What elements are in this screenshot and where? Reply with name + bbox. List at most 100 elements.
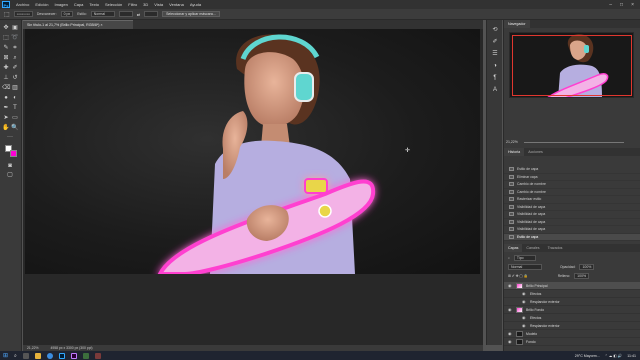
layer-filter-select[interactable]: Tipo [513, 254, 536, 261]
quick-select-tool-icon[interactable]: ✎ [2, 44, 10, 52]
menu-filtro[interactable]: Filtro [125, 2, 140, 7]
more-tools-icon[interactable]: ··· [6, 133, 14, 141]
history-item[interactable]: Estilo de capa [504, 166, 640, 174]
layer-row[interactable]: ◉ Modelo [504, 330, 640, 338]
frame-tool-icon[interactable]: ⊠ [2, 54, 10, 62]
tab-capas[interactable]: Capas [504, 244, 523, 252]
app-taskbar-icon[interactable] [82, 352, 89, 359]
properties-panel-icon[interactable]: ☰ [491, 50, 499, 58]
lock-icons[interactable]: ⊞ ✐ ✥ ▢ 🔒 [508, 274, 528, 278]
history-item-selected[interactable]: Estilo de capa [504, 233, 640, 241]
zoom-tool-icon[interactable]: 🔍 [11, 124, 19, 132]
eyedropper-tool-icon[interactable]: ⌕ [11, 54, 19, 62]
select-and-mask-button[interactable]: Seleccionar y aplicar máscara... [162, 11, 220, 17]
minimize-icon[interactable]: – [609, 2, 612, 8]
hand-tool-icon[interactable]: ✋ [2, 124, 10, 132]
swap-icon[interactable]: ⇄ [137, 12, 140, 17]
eye-icon[interactable]: ◉ [508, 283, 513, 288]
history-item[interactable]: Visibilidad de capa [504, 226, 640, 234]
history-item[interactable]: Visibilidad de capa [504, 211, 640, 219]
blend-mode-select[interactable]: Normal [508, 263, 542, 270]
app-taskbar-icon[interactable] [94, 352, 101, 359]
windows-start-icon[interactable]: ⊞ [3, 352, 8, 359]
menu-seleccion[interactable]: Selección [102, 2, 125, 7]
fill-input[interactable]: 100% [574, 272, 590, 279]
layer-effect-row[interactable]: ◉ Resplandor exterior [504, 322, 640, 330]
document-canvas[interactable]: ✛ [25, 29, 480, 274]
type-tool-icon[interactable]: T [11, 104, 19, 112]
eye-icon[interactable]: ◉ [522, 291, 527, 296]
menu-vista[interactable]: Vista [151, 2, 166, 7]
quick-mask-icon[interactable]: ◙ [6, 162, 14, 170]
layer-row[interactable]: ◉ Fondo [504, 338, 640, 346]
layer-effect-row[interactable]: ◉ Efectos [504, 314, 640, 322]
layer-row[interactable]: ◉ Brillo Fondo [504, 306, 640, 314]
style-select[interactable]: Normal [90, 11, 115, 17]
crop-tool-icon[interactable]: ⌗ [11, 44, 19, 52]
rectangle-tool-icon[interactable]: ▭ [11, 114, 19, 122]
opacity-input[interactable]: 100% [579, 263, 595, 270]
close-icon[interactable]: × [631, 2, 634, 8]
blur-tool-icon[interactable]: ● [2, 94, 10, 102]
navigator-zoom[interactable]: 21,22% [506, 140, 518, 144]
history-panel-icon[interactable]: ⟲ [491, 26, 499, 34]
maximize-icon[interactable]: □ [620, 2, 623, 8]
tab-historia[interactable]: Historia [504, 148, 525, 156]
eye-icon[interactable]: ◉ [508, 331, 513, 336]
dodge-tool-icon[interactable]: ◐ [11, 94, 19, 102]
clock[interactable]: 11:41 [627, 354, 636, 358]
history-brush-icon[interactable]: ↺ [11, 74, 19, 82]
artboard-tool-icon[interactable]: ▣ [11, 24, 19, 32]
menu-3d[interactable]: 3D [140, 2, 151, 7]
eye-icon[interactable]: ◉ [508, 307, 513, 312]
menu-texto[interactable]: Texto [86, 2, 102, 7]
menu-capa[interactable]: Capa [71, 2, 87, 7]
character-panel-icon[interactable]: A [491, 86, 499, 94]
tab-canales[interactable]: Canales [522, 244, 543, 252]
navigator-view-frame[interactable] [512, 35, 632, 96]
history-item[interactable]: Cambio de nombre [504, 181, 640, 189]
premiere-taskbar-icon[interactable] [70, 352, 77, 359]
eye-icon[interactable]: ◉ [522, 299, 527, 304]
eye-icon[interactable]: ◉ [508, 339, 513, 344]
history-item[interactable]: Eliminar capa [504, 174, 640, 181]
tab-acciones[interactable]: Acciones [524, 148, 547, 156]
search-icon[interactable]: ⌕ [14, 353, 17, 359]
layer-effect-row[interactable]: ◉ Resplandor exterior [504, 298, 640, 306]
adjustments-panel-icon[interactable]: ◑ [491, 62, 499, 70]
width-input[interactable] [118, 11, 133, 17]
history-item[interactable]: Visibilidad de capa [504, 204, 640, 211]
healing-brush-icon[interactable]: ✚ [2, 64, 10, 72]
height-input[interactable] [144, 11, 159, 17]
marquee-tool-icon[interactable]: ⬚ [4, 11, 10, 18]
history-item[interactable]: Visibilidad de capa [504, 219, 640, 226]
menu-edicion[interactable]: Edición [32, 2, 51, 7]
menu-archivo[interactable]: Archivo [13, 2, 32, 7]
screen-mode-icon[interactable]: ▢ [6, 171, 14, 179]
brush-tool-icon[interactable]: ✐ [11, 64, 19, 72]
task-view-icon[interactable] [22, 352, 29, 359]
move-tool-icon[interactable]: ✥ [2, 24, 10, 32]
explorer-icon[interactable] [34, 352, 41, 359]
weather-widget[interactable]: 29°C Mayorm... [575, 354, 600, 358]
gradient-tool-icon[interactable]: ▥ [11, 84, 19, 92]
navigator-zoom-slider[interactable] [524, 142, 624, 143]
eye-icon[interactable]: ◉ [522, 323, 527, 328]
layer-row[interactable]: ◉ Brillo Principal [504, 282, 640, 290]
menu-ventana[interactable]: Ventana [166, 2, 187, 7]
tray-icons[interactable]: ⌃ ☁ ◧ 🔊 [605, 354, 622, 358]
brush-panel-icon[interactable]: ✐ [491, 38, 499, 46]
history-item[interactable]: Cambio de nombre [504, 189, 640, 196]
history-item[interactable]: Rasterizar estilo [504, 196, 640, 204]
navigator-preview[interactable] [509, 32, 634, 98]
marquee-tool-icon[interactable]: ⬚ [2, 34, 10, 42]
layer-effect-row[interactable]: ◉ Efectos [504, 290, 640, 298]
menu-imagen[interactable]: Imagen [51, 2, 70, 7]
document-tab[interactable]: Sin título-1 al 21,7% (Brillo Principal,… [23, 20, 133, 29]
menu-ayuda[interactable]: Ayuda [187, 2, 204, 7]
path-select-icon[interactable]: ➤ [2, 114, 10, 122]
eye-icon[interactable]: ◉ [522, 315, 527, 320]
lasso-tool-icon[interactable]: ➰ [11, 34, 19, 42]
clone-stamp-icon[interactable]: ⊥ [2, 74, 10, 82]
background-color-swatch[interactable] [10, 150, 17, 157]
